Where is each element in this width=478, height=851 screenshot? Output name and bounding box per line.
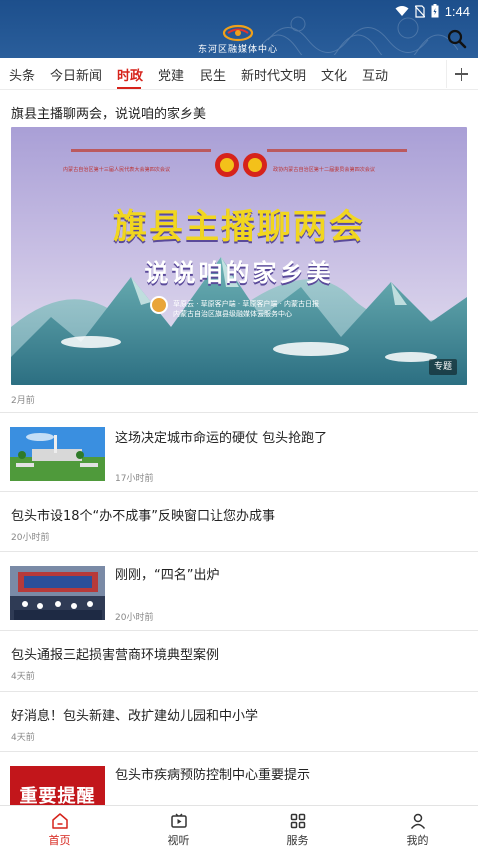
item-time: 4天前 — [11, 733, 35, 743]
logo-emblem-icon — [222, 24, 254, 42]
bottom-navigation: 首页 视听 服务 我的 — [0, 805, 478, 851]
app-header: 1:44 东河区融媒体中心 — [0, 0, 478, 58]
list-item[interactable]: 好消息！包头新建、改扩建幼儿园和中小学 4天前 — [0, 692, 478, 752]
item-time: 17小时前 — [115, 474, 154, 484]
item-time: 20小时前 — [115, 613, 154, 623]
nav-services-label: 服务 — [286, 834, 309, 847]
active-tab-indicator — [117, 87, 141, 89]
item-title[interactable]: 这场决定城市命运的硬仗 包头抢跑了 — [115, 427, 327, 446]
banner-top-right-text: 政协内蒙古自治区第十二届委员会第四次会议 — [273, 166, 376, 173]
item-thumbnail — [10, 427, 105, 481]
no-sim-icon — [414, 4, 425, 18]
category-tabs: 头条 今日新闻 时政 党建 民生 新时代文明 文化 互动 — [0, 58, 478, 90]
nav-home[interactable]: 首页 — [0, 806, 119, 851]
item-thumbnail: 重要提醒 — [10, 766, 105, 805]
nav-profile[interactable]: 我的 — [358, 806, 477, 851]
app-logo: 东河区融媒体中心 — [196, 24, 280, 55]
search-icon[interactable] — [446, 28, 468, 50]
banner-headline: 旗县主播聊两会 — [113, 207, 365, 247]
featured-time: 2月前 — [11, 396, 35, 406]
list-item[interactable]: 刚刚，“四名”出炉 20小时前 — [0, 552, 478, 631]
news-feed[interactable]: 旗县主播聊两会，说说咱的家乡美 内蒙古自治区第十三届人民代表大会第四次会议 政协… — [0, 91, 478, 805]
item-title[interactable]: 好消息！包头新建、改扩建幼儿园和中小学 — [11, 705, 258, 724]
item-time: 4天前 — [11, 672, 35, 682]
list-item[interactable]: 包头通报三起损害营商环境典型案例 4天前 — [0, 631, 478, 692]
nav-profile-label: 我的 — [406, 834, 429, 847]
wifi-icon — [395, 6, 409, 16]
item-title[interactable]: 包头市设18个“办不成事”反映窗口让您办成事 — [11, 505, 275, 524]
nav-media-label: 视听 — [167, 834, 190, 847]
featured-banner[interactable]: 内蒙古自治区第十三届人民代表大会第四次会议 政协内蒙古自治区第十二届委员会第四次… — [11, 127, 467, 385]
list-item[interactable]: 重要提醒 包头市疾病预防控制中心重要提示 — [0, 752, 478, 805]
featured-article[interactable]: 旗县主播聊两会，说说咱的家乡美 内蒙古自治区第十三届人民代表大会第四次会议 政协… — [0, 91, 478, 413]
tab-culture[interactable]: 文化 — [321, 65, 347, 84]
list-item[interactable]: 包头市设18个“办不成事”反映窗口让您办成事 20小时前 — [0, 492, 478, 552]
nav-services[interactable]: 服务 — [238, 806, 357, 851]
item-thumbnail — [10, 566, 105, 620]
status-bar: 1:44 — [0, 0, 478, 22]
tab-fade — [400, 58, 446, 89]
item-title[interactable]: 刚刚，“四名”出炉 — [115, 564, 219, 583]
video-icon — [170, 813, 187, 828]
tab-headline[interactable]: 头条 — [9, 65, 35, 84]
banner-top-left-text: 内蒙古自治区第十三届人民代表大会第四次会议 — [63, 166, 171, 173]
nav-media[interactable]: 视听 — [119, 806, 238, 851]
logo-text: 东河区融媒体中心 — [197, 45, 278, 55]
tab-party-building[interactable]: 党建 — [158, 65, 184, 84]
list-item[interactable]: 这场决定城市命运的硬仗 包头抢跑了 17小时前 — [0, 413, 478, 492]
banner-source-line2: 内蒙古自治区旗县级融媒体云服务中心 — [173, 310, 292, 318]
item-title[interactable]: 包头通报三起损害营商环境典型案例 — [11, 644, 219, 663]
tab-interaction[interactable]: 互动 — [362, 65, 388, 84]
battery-icon — [431, 4, 439, 18]
status-time: 1:44 — [444, 3, 470, 19]
tab-civilization[interactable]: 新时代文明 — [241, 65, 306, 84]
tab-politics[interactable]: 时政 — [117, 65, 143, 84]
topic-badge: 专题 — [428, 359, 457, 375]
banner-subheadline: 说说咱的家乡美 — [144, 259, 334, 287]
thumb-caption: 重要提醒 — [19, 786, 96, 805]
nav-home-label: 首页 — [48, 834, 71, 847]
user-icon — [410, 813, 425, 829]
grid-icon — [290, 813, 305, 829]
add-channel-icon[interactable] — [446, 60, 474, 88]
tab-today-news[interactable]: 今日新闻 — [50, 65, 102, 84]
item-title[interactable]: 包头市疾病预防控制中心重要提示 — [115, 764, 310, 783]
item-time: 20小时前 — [11, 533, 50, 543]
tab-livelihood[interactable]: 民生 — [200, 65, 226, 84]
banner-source-line1: 草原云 · 草原客户端 · 草原客户端 · 内蒙古日报 — [173, 300, 320, 308]
featured-title[interactable]: 旗县主播聊两会，说说咱的家乡美 — [11, 103, 206, 122]
home-icon — [51, 813, 68, 829]
